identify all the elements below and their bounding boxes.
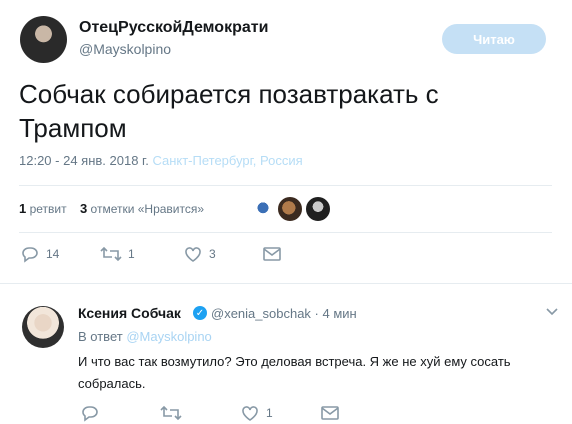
retweet-action-count: 1 (128, 247, 135, 261)
divider (19, 185, 552, 186)
envelope-icon (321, 406, 339, 420)
tweet-text: Собчак собирается позавтракать с Трампом (19, 79, 439, 143)
tweet-meta: 12:20 - 24 янв. 2018 г. Санкт-Петербург,… (19, 153, 303, 168)
envelope-icon (263, 247, 281, 261)
retweet-action[interactable]: 1 (100, 245, 135, 263)
author-name[interactable]: ОтецРусскойДемократи (79, 19, 268, 37)
reply-to-label: В ответ (78, 329, 123, 344)
tweet-stats: 1 ретвит 3 отметки «Нравится» (19, 201, 214, 216)
divider (19, 232, 552, 233)
like-action[interactable]: 3 (183, 245, 216, 263)
reply-count: 14 (46, 247, 60, 261)
retweet-icon (100, 246, 122, 262)
like-action-count: 3 (209, 247, 216, 261)
reply-like-action[interactable]: 1 (240, 404, 273, 422)
author-avatar[interactable] (20, 16, 67, 63)
liker-avatar[interactable] (277, 196, 303, 222)
following-button[interactable]: Читаю (442, 24, 546, 54)
verified-badge-icon: ✓ (193, 306, 207, 320)
retweet-count[interactable]: 1 (19, 201, 26, 216)
reply-like-count: 1 (266, 406, 273, 420)
reply-action[interactable]: 14 (20, 245, 59, 263)
reply-to-handle[interactable]: @Mayskolpino (126, 329, 211, 344)
reply-author-handle[interactable]: @xenia_sobchak · 4 мин (211, 306, 357, 321)
retweet-icon (160, 405, 182, 421)
heart-icon (185, 247, 201, 262)
liker-avatar[interactable] (305, 196, 331, 222)
reply-icon (22, 247, 38, 263)
divider (0, 283, 572, 284)
reply-text: И что вас так возмутило? Это деловая вст… (78, 354, 511, 391)
like-label[interactable]: отметки «Нравится» (91, 202, 205, 216)
direct-message-action[interactable] (262, 245, 282, 263)
heart-icon (242, 406, 258, 421)
reply-reply-action[interactable] (80, 404, 100, 422)
reply-retweet-action[interactable] (160, 404, 182, 422)
reply-icon (82, 406, 98, 422)
tweet-location[interactable]: Санкт-Петербург, Россия (152, 153, 302, 168)
liker-avatar[interactable] (250, 196, 276, 222)
like-count[interactable]: 3 (80, 201, 87, 216)
author-handle[interactable]: @Mayskolpino (79, 41, 171, 57)
chevron-down-icon[interactable] (545, 304, 559, 322)
reply-author-avatar[interactable] (22, 306, 64, 348)
reply-author-name[interactable]: Ксения Собчак (78, 305, 181, 321)
reply-direct-message-action[interactable] (320, 404, 340, 422)
retweet-label[interactable]: ретвит (30, 202, 67, 216)
reply-to-line: В ответ @Mayskolpino (78, 329, 212, 344)
tweet-timestamp[interactable]: 12:20 - 24 янв. 2018 г. (19, 153, 149, 168)
